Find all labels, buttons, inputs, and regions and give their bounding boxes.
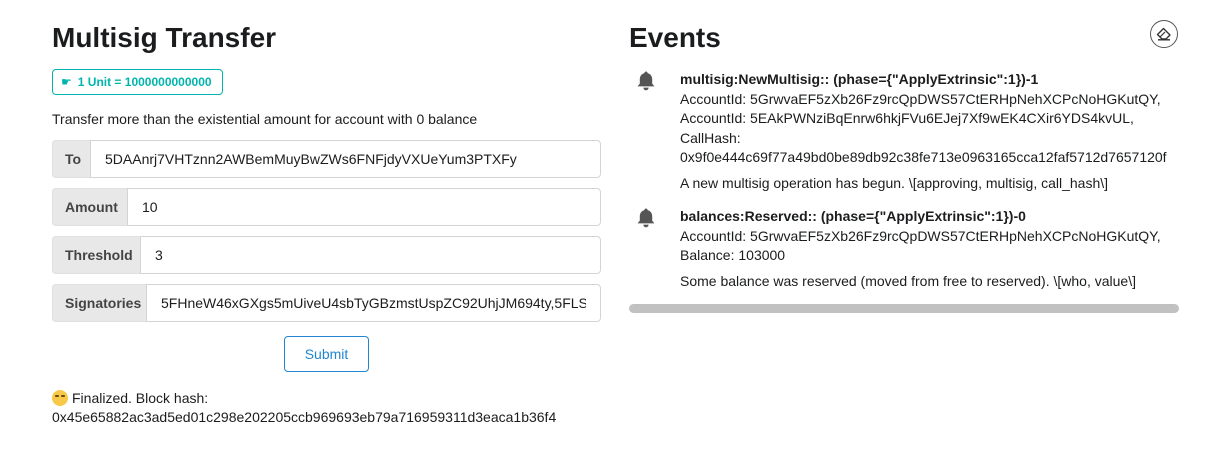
event-body: balances:Reserved:: (phase={"ApplyExtrin…	[680, 207, 1179, 291]
signatories-label: Signatories	[52, 284, 146, 322]
event-line: AccountId: 5EAkPWNziBqEnrw6hkjFVu6EJej7X…	[680, 110, 1134, 126]
bell-icon	[629, 70, 680, 193]
event-line: AccountId: 5GrwvaEF5zXb26Fz9rcQpDWS57CtE…	[680, 227, 1161, 244]
event-line: AccountId: 5GrwvaEF5zXb26Fz9rcQpDWS57CtE…	[680, 90, 1161, 107]
event-item: balances:Reserved:: (phase={"ApplyExtrin…	[629, 207, 1179, 291]
eraser-icon	[1156, 27, 1171, 41]
page: Multisig Transfer ☛ 1 Unit = 10000000000…	[0, 0, 1230, 450]
tx-status: Finalized. Block hash: 0x45e65882ac3ad5e…	[52, 389, 601, 427]
unit-badge: ☛ 1 Unit = 1000000000000	[52, 69, 223, 95]
scrollbar-thumb[interactable]	[629, 304, 1179, 313]
page-title: Multisig Transfer	[52, 22, 277, 53]
event-doc: Some balance was reserved (moved from fr…	[680, 272, 1136, 289]
relieved-face-icon	[52, 390, 68, 406]
signatories-field: Signatories	[52, 284, 601, 322]
events-panel: Events	[629, 20, 1179, 56]
to-label: To	[52, 140, 90, 178]
events-scrollbar[interactable]	[629, 304, 1179, 313]
bell-icon	[629, 207, 680, 291]
to-field: To	[52, 140, 601, 178]
event-heading: multisig:NewMultisig:: (phase={"ApplyExt…	[680, 71, 1039, 87]
signatories-input[interactable]	[146, 284, 601, 322]
block-hash: 0x45e65882ac3ad5ed01c298e202205ccb969693…	[52, 409, 557, 425]
amount-input[interactable]	[127, 188, 601, 226]
submit-wrap: Submit	[52, 336, 601, 372]
amount-field: Amount	[52, 188, 601, 226]
event-line: CallHash:	[680, 129, 741, 146]
status-text: Finalized. Block hash:	[72, 390, 209, 406]
event-body: multisig:NewMultisig:: (phase={"ApplyExt…	[680, 70, 1179, 193]
events-title: Events	[629, 22, 721, 53]
events-list[interactable]: multisig:NewMultisig:: (phase={"ApplyExt…	[629, 70, 1179, 305]
submit-button[interactable]: Submit	[284, 336, 369, 372]
event-line: 0x9f0e444c69f77a49bd0be89db92c38fe713e09…	[680, 149, 1167, 165]
transfer-description: Transfer more than the existential amoun…	[52, 111, 478, 127]
amount-label: Amount	[52, 188, 127, 226]
to-input[interactable]	[90, 140, 601, 178]
transfer-fields: To Amount Threshold Signatories	[52, 140, 601, 322]
threshold-field: Threshold	[52, 236, 601, 274]
threshold-input[interactable]	[140, 236, 601, 274]
threshold-label: Threshold	[52, 236, 140, 274]
pointing-hand-icon: ☛	[61, 75, 72, 89]
unit-badge-label: 1 Unit = 1000000000000	[77, 75, 212, 89]
event-line: Balance: 103000	[680, 247, 786, 263]
event-item: multisig:NewMultisig:: (phase={"ApplyExt…	[629, 70, 1179, 193]
transfer-panel: Multisig Transfer ☛ 1 Unit = 10000000000…	[52, 20, 601, 427]
clear-events-button[interactable]	[1150, 20, 1178, 48]
event-doc: A new multisig operation has begun. \[ap…	[680, 174, 1109, 191]
event-heading: balances:Reserved:: (phase={"ApplyExtrin…	[680, 208, 1026, 224]
